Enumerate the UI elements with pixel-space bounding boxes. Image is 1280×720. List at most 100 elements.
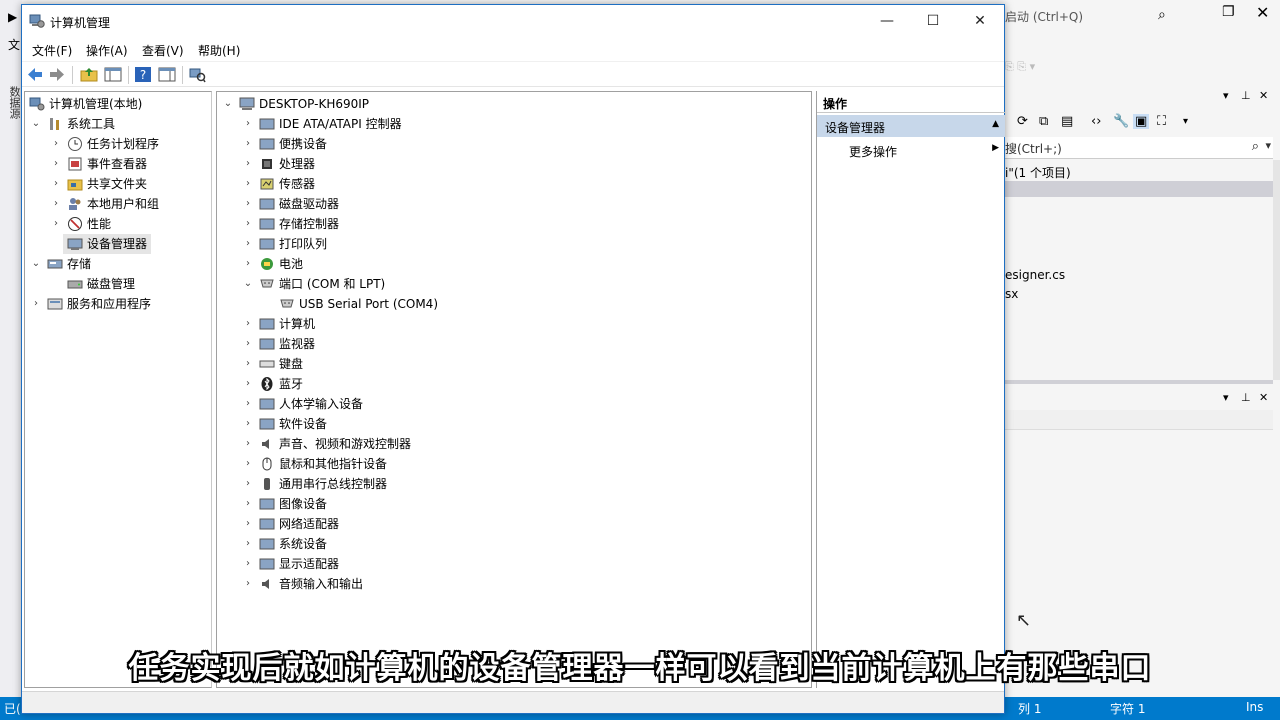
chevron-right-icon[interactable]: › xyxy=(241,394,255,414)
chevron-down-icon[interactable]: ▾ xyxy=(1265,139,1271,152)
pin-icon[interactable]: ⊥ xyxy=(1241,391,1251,404)
chevron-right-icon[interactable]: › xyxy=(29,294,43,314)
menu-action[interactable]: 操作(A) xyxy=(86,42,128,59)
ide-datasource-tab[interactable]: 数据源 xyxy=(6,86,22,119)
chevron-right-icon[interactable]: › xyxy=(241,174,255,194)
restore-icon[interactable]: ❐ xyxy=(1222,4,1235,20)
device-category[interactable]: › 打印队列 xyxy=(217,234,807,254)
files-icon[interactable]: ▤ xyxy=(1061,114,1073,129)
chevron-right-icon[interactable]: › xyxy=(241,514,255,534)
chevron-right-icon[interactable]: › xyxy=(241,414,255,434)
chevron-right-icon[interactable]: › xyxy=(49,174,63,194)
close-button[interactable]: ✕ xyxy=(957,5,1003,37)
menu-help[interactable]: 帮助(H) xyxy=(198,42,240,59)
tree-node-storage[interactable]: ⌄ 存储 xyxy=(25,254,211,274)
chevron-right-icon[interactable]: › xyxy=(241,374,255,394)
tree-node-shared-folders[interactable]: › 共享文件夹 xyxy=(25,174,211,194)
device-category[interactable]: ⌄ 端口 (COM 和 LPT) xyxy=(217,274,807,294)
ide-quick-launch[interactable]: 启动 (Ctrl+Q) xyxy=(1005,4,1180,28)
tree-node-services-apps[interactable]: › 服务和应用程序 xyxy=(25,294,211,314)
chevron-right-icon[interactable]: › xyxy=(241,454,255,474)
ide-menu-glyph[interactable]: 文 xyxy=(8,36,20,53)
tree-node-device-manager[interactable]: 设备管理器 xyxy=(63,234,151,254)
device-category[interactable]: › 存储控制器 xyxy=(217,214,807,234)
search-icon[interactable]: ⌕ xyxy=(1252,139,1259,154)
device-category[interactable]: › 监视器 xyxy=(217,334,807,354)
preview-icon[interactable]: ▣ xyxy=(1133,114,1150,129)
chevron-right-icon[interactable]: › xyxy=(241,134,255,154)
file-node-resx[interactable]: sx xyxy=(1005,287,1018,301)
close-icon[interactable]: ✕ xyxy=(1256,3,1269,22)
chevron-down-icon[interactable]: ▾ xyxy=(1223,391,1229,404)
ide-play-glyph[interactable]: ▶ xyxy=(8,10,17,24)
back-arrow-icon[interactable] xyxy=(26,66,44,83)
menu-file[interactable]: 文件(F) xyxy=(32,42,72,59)
show-hide-tree-icon[interactable] xyxy=(104,66,122,83)
tree-node-root[interactable]: 计算机管理(本地) xyxy=(25,94,211,114)
scan-hardware-icon[interactable] xyxy=(188,66,206,83)
device-category[interactable]: › 显示适配器 xyxy=(217,554,807,574)
device-category[interactable]: › 计算机 xyxy=(217,314,807,334)
solution-search-input[interactable]: 搜(Ctrl+;) ⌕ ▾ xyxy=(1005,137,1273,159)
device-category[interactable]: › 蓝牙 xyxy=(217,374,807,394)
chevron-down-icon[interactable]: ⌄ xyxy=(241,274,255,294)
device-category[interactable]: › 电池 xyxy=(217,254,807,274)
device-category[interactable]: › 通用串行总线控制器 xyxy=(217,474,807,494)
chevron-right-icon[interactable]: › xyxy=(241,114,255,134)
chevron-right-icon[interactable]: › xyxy=(241,334,255,354)
tree-node-disk-management[interactable]: 磁盘管理 xyxy=(25,274,211,294)
chevron-down-icon[interactable]: ⌄ xyxy=(29,254,43,274)
pane-splitter[interactable] xyxy=(1005,380,1273,384)
device-category[interactable]: › 图像设备 xyxy=(217,494,807,514)
device-category[interactable]: › 软件设备 xyxy=(217,414,807,434)
chevron-right-icon[interactable]: › xyxy=(241,534,255,554)
chevron-right-icon[interactable]: › xyxy=(241,434,255,454)
tree-node-task-scheduler[interactable]: › 任务计划程序 xyxy=(25,134,211,154)
chevron-down-icon[interactable]: ▾ xyxy=(1183,116,1188,127)
device-node-usb-serial-port[interactable]: USB Serial Port (COM4) xyxy=(217,294,807,314)
wrench-icon[interactable]: 🔧 xyxy=(1113,114,1129,129)
scrollbar[interactable] xyxy=(1273,160,1280,380)
chevron-right-icon[interactable]: › xyxy=(241,234,255,254)
chevron-right-icon[interactable]: › xyxy=(241,214,255,234)
chevron-right-icon[interactable]: › xyxy=(241,154,255,174)
title-bar[interactable]: 计算机管理 — ☐ ✕ xyxy=(22,5,1004,37)
device-category[interactable]: › 处理器 xyxy=(217,154,807,174)
device-category[interactable]: › IDE ATA/ATAPI 控制器 xyxy=(217,114,807,134)
selected-row[interactable] xyxy=(1005,181,1273,197)
chevron-right-icon[interactable]: › xyxy=(241,554,255,574)
device-category[interactable]: › 传感器 xyxy=(217,174,807,194)
device-category[interactable]: › 键盘 xyxy=(217,354,807,374)
device-category[interactable]: › 声音、视频和游戏控制器 xyxy=(217,434,807,454)
chevron-right-icon[interactable]: › xyxy=(241,474,255,494)
device-category[interactable]: › 鼠标和其他指针设备 xyxy=(217,454,807,474)
forward-arrow-icon[interactable] xyxy=(48,66,66,83)
action-pane-icon[interactable] xyxy=(158,66,176,83)
pin-icon[interactable]: ⊥ xyxy=(1241,89,1251,102)
close-icon[interactable]: ✕ xyxy=(1259,89,1268,102)
chevron-right-icon[interactable]: › xyxy=(241,354,255,374)
device-category[interactable]: › 便携设备 xyxy=(217,134,807,154)
menu-view[interactable]: 查看(V) xyxy=(142,42,184,59)
device-category[interactable]: › 磁盘驱动器 xyxy=(217,194,807,214)
diagram-icon[interactable]: ⛶ xyxy=(1157,114,1166,129)
device-category[interactable]: › 网络适配器 xyxy=(217,514,807,534)
tree-node-system-tools[interactable]: ⌄ 系统工具 xyxy=(25,114,211,134)
help-icon[interactable]: ? xyxy=(134,66,152,83)
tree-node-local-users[interactable]: › 本地用户和组 xyxy=(25,194,211,214)
search-icon[interactable]: ⌕ xyxy=(1158,7,1166,23)
refresh-icon[interactable]: ⟳ xyxy=(1017,114,1028,129)
device-category[interactable]: › 人体学输入设备 xyxy=(217,394,807,414)
collapse-up-icon[interactable]: ▲ xyxy=(992,119,999,129)
actions-section-device-manager[interactable]: 设备管理器 ▲ xyxy=(817,115,1005,137)
chevron-right-icon[interactable]: › xyxy=(241,254,255,274)
tree-node-event-viewer[interactable]: › 事件查看器 xyxy=(25,154,211,174)
chevron-right-icon[interactable]: › xyxy=(49,194,63,214)
device-category[interactable]: › 音频输入和输出 xyxy=(217,574,807,594)
chevron-right-icon[interactable]: › xyxy=(49,134,63,154)
device-node-computer[interactable]: ⌄ DESKTOP-KH690IP xyxy=(217,94,807,114)
more-actions-item[interactable]: 更多操作 ▶ xyxy=(817,140,1005,160)
collapse-icon[interactable]: ⧉ xyxy=(1039,114,1048,129)
chevron-right-icon[interactable]: › xyxy=(49,154,63,174)
minimize-button[interactable]: — xyxy=(864,5,910,37)
